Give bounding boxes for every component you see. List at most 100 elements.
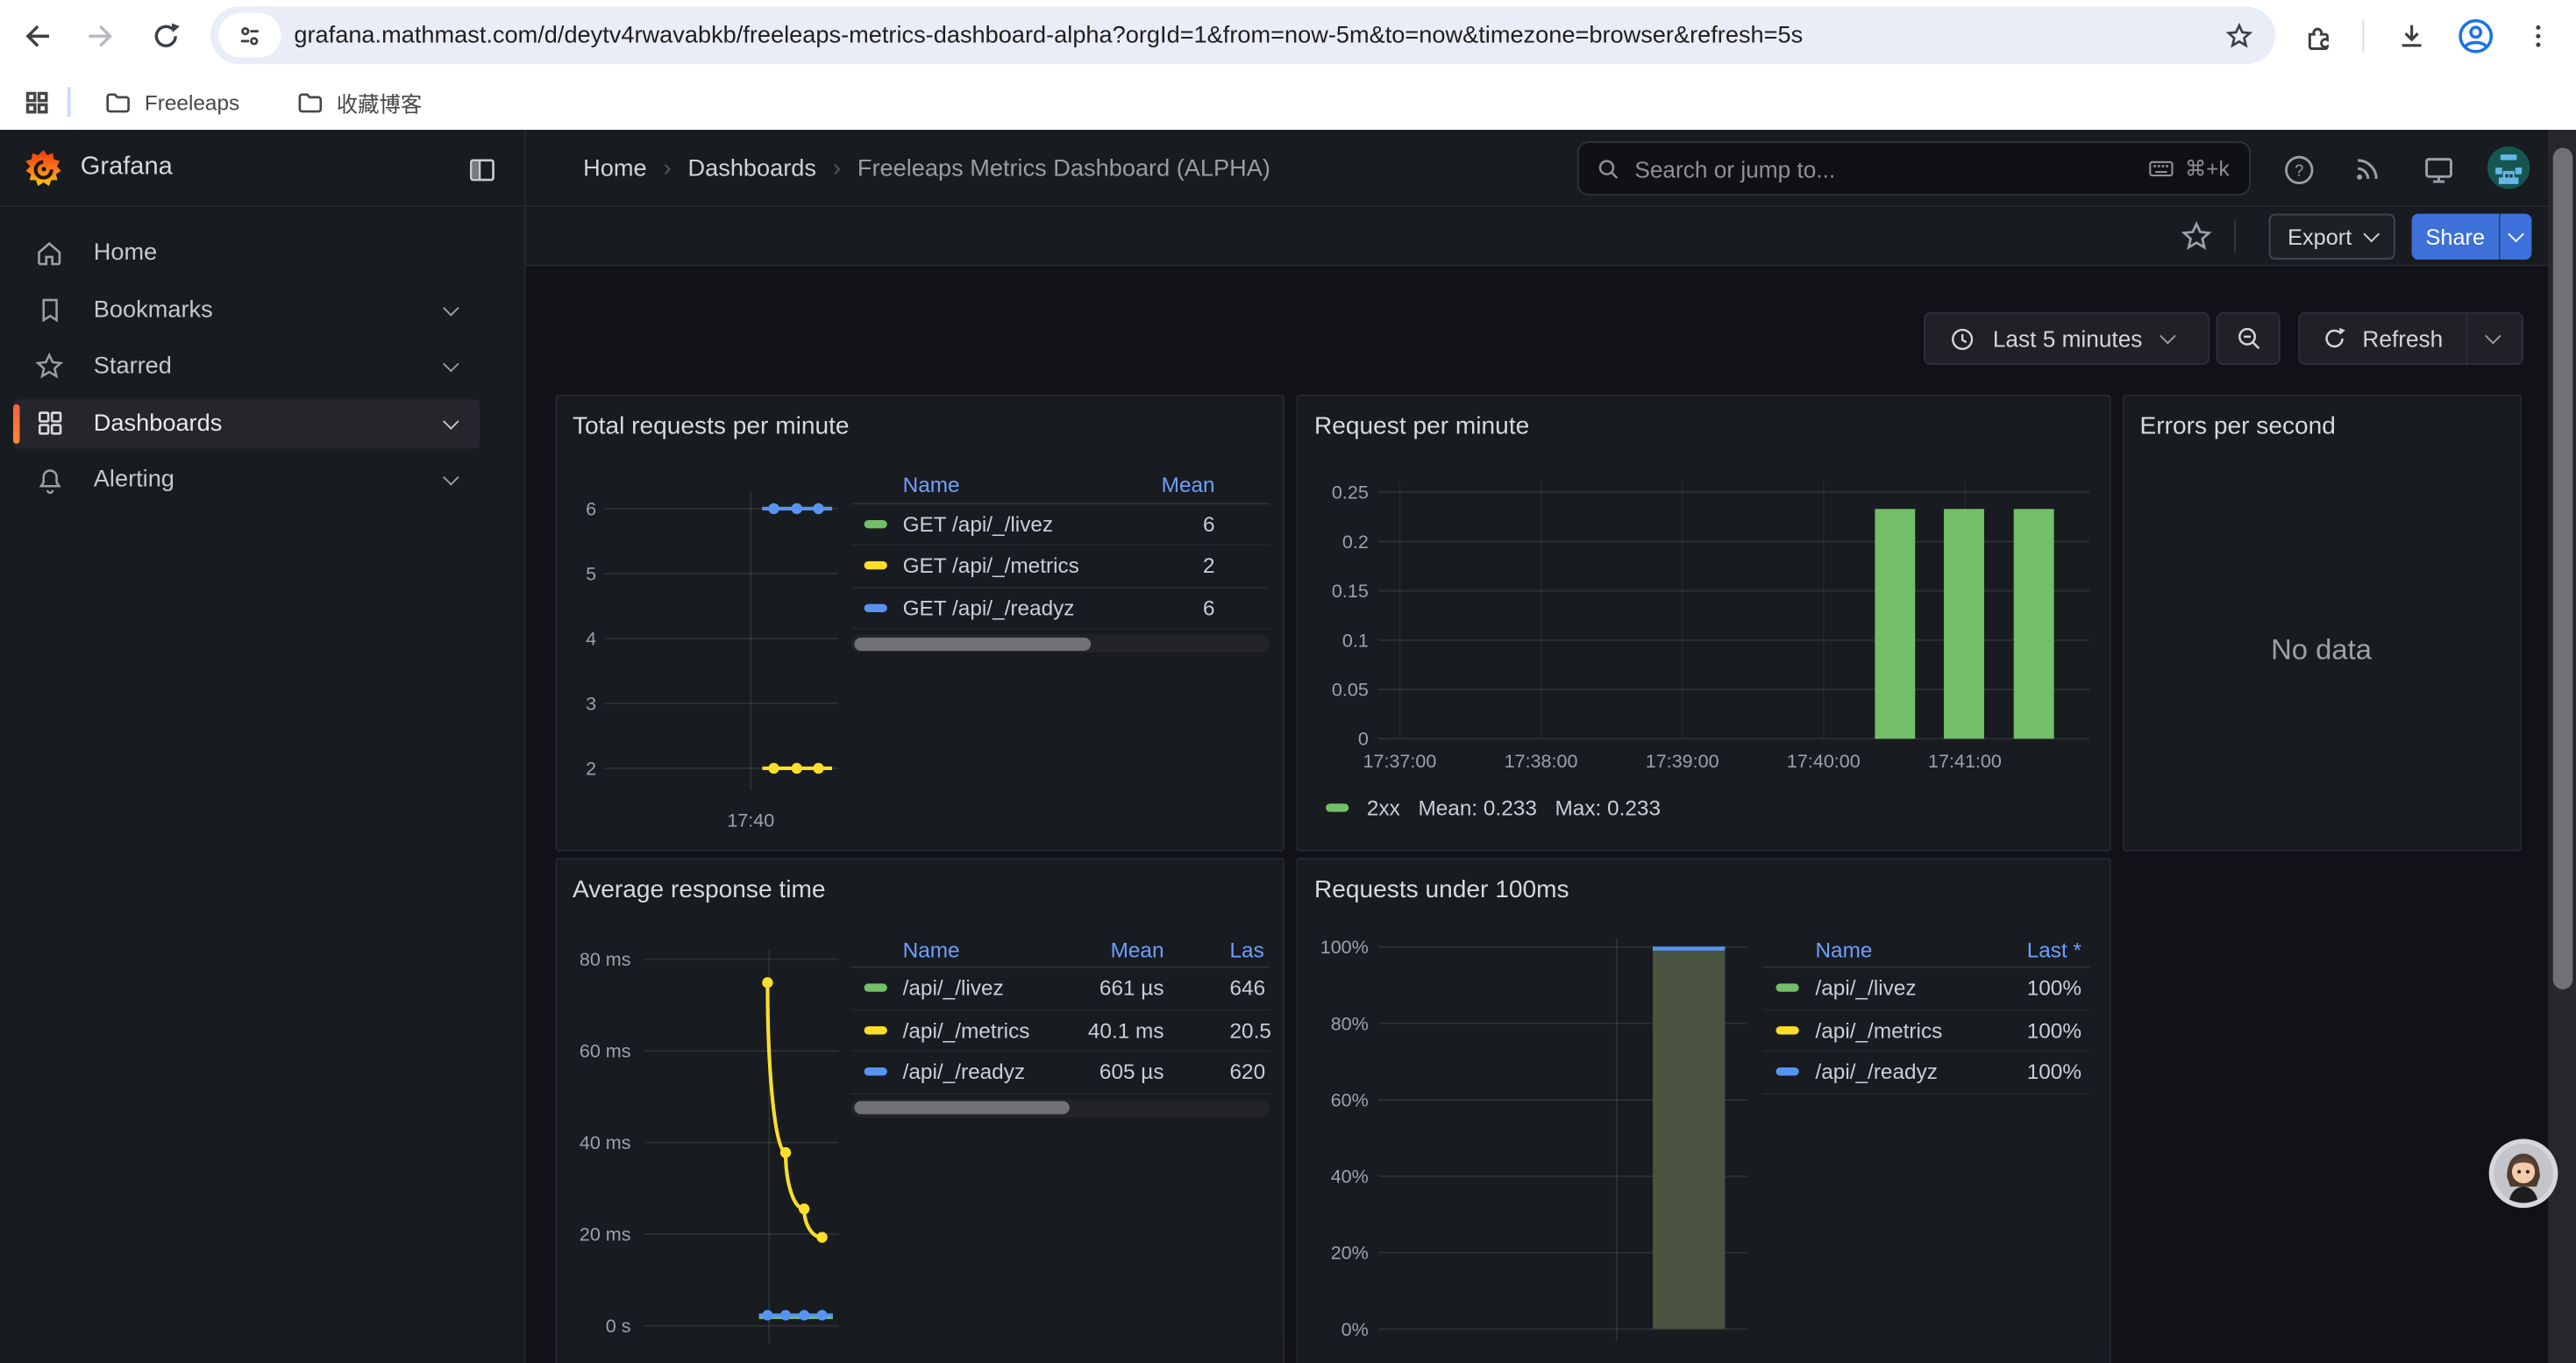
bookmark-folder-freeleaps[interactable]: Freeleaps [87,82,256,123]
sidebar: Home Bookmarks Starred Dashboards Alerti [0,207,526,1363]
search-input[interactable]: Search or jump to... ⌘+k [1577,141,2251,196]
legend-hscrollbar[interactable] [850,634,1270,653]
time-range-picker[interactable]: Last 5 minutes [1924,312,2210,365]
svg-text:17:37:00: 17:37:00 [1363,750,1437,771]
panel-title[interactable]: Average response time [573,876,826,904]
chevron-down-icon[interactable] [443,469,459,486]
series-name[interactable]: GET /api/_/readyz [903,596,1075,620]
chevron-down-icon[interactable] [443,299,459,316]
legend-row[interactable]: /api/_/metrics 40.1 ms 20.5 r [850,1010,1270,1052]
browser-profile-button[interactable] [2452,13,2498,59]
user-avatar[interactable] [2487,146,2530,189]
svg-text:20%: 20% [1331,1243,1369,1264]
chevron-down-icon [2160,327,2176,344]
series-name[interactable]: /api/_/metrics [903,1017,1030,1042]
scrollbar-thumb[interactable] [853,1101,1068,1114]
panel-title[interactable]: Errors per second [2140,411,2336,439]
zoom-out-time-button[interactable] [2217,312,2281,365]
export-button[interactable]: Export [2269,214,2395,260]
clock-icon [1948,325,1976,353]
legend-table: Name Last * /api/_/livez 100% /api/_/met… [1763,931,2090,1094]
address-bar[interactable]: grafana.mathmast.com/d/deytv4rwavabkb/fr… [210,6,2275,64]
scrollbar-thumb[interactable] [853,637,1090,650]
legend-row[interactable]: /api/_/livez 661 µs 646 [850,968,1270,1010]
panel-requests-under-100ms[interactable]: Requests under 100ms 100%80%60%40%20%0%1… [1296,858,2110,1363]
dashboard-toolbar: Export Share [526,207,2549,266]
browser-back-button[interactable] [15,13,60,59]
panel-title[interactable]: Requests under 100ms [1314,876,1569,904]
chevron-down-icon[interactable] [443,412,459,429]
collapse-sidebar-button[interactable] [462,150,502,189]
col-mean[interactable]: Mean [1162,473,1215,497]
side-panel-apps-button[interactable] [23,88,51,116]
col-name[interactable]: Name [903,473,960,497]
series-name[interactable]: /api/_/metrics [1815,1017,1942,1042]
series-swatch [864,1026,886,1034]
panel-total-requests-per-minute[interactable]: Total requests per minute 6543217:40 Nam… [554,394,1284,851]
star-icon [32,350,65,382]
help-button[interactable]: ? [2277,148,2320,191]
series-name[interactable]: /api/_/readyz [903,1060,1025,1084]
breadcrumb-dashboards[interactable]: Dashboards [688,155,817,182]
col-name[interactable]: Name [903,937,960,961]
floating-assistant-avatar[interactable] [2489,1138,2558,1208]
share-button[interactable]: Share [2412,214,2532,260]
series-name[interactable]: /api/_/livez [903,976,1004,1001]
bookmark-page-button[interactable] [2223,19,2255,52]
bookmark-folder-blogs[interactable]: 收藏博客 [279,80,438,125]
col-last[interactable]: Las [1229,937,1272,961]
legend-row[interactable]: GET /api/_/readyz 6 [850,588,1270,630]
refresh-button-group[interactable]: Refresh [2298,312,2523,365]
series-name[interactable]: GET /api/_/livez [903,511,1054,536]
breadcrumb-home[interactable]: Home [583,155,646,182]
browser-forward-button[interactable] [77,13,123,59]
col-last[interactable]: Last * [2027,937,2081,961]
panel-title[interactable]: Request per minute [1314,411,1529,439]
puzzle-icon [2302,20,2334,52]
legend-row[interactable]: /api/_/readyz 605 µs 620 [850,1052,1270,1094]
browser-chrome: grafana.mathmast.com/d/deytv4rwavabkb/fr… [0,0,2576,130]
sidebar-item-starred[interactable]: Starred [13,342,480,391]
legend-row[interactable]: /api/_/livez 100% [1763,968,2090,1010]
series-mean: Mean: 0.233 [1418,795,1536,819]
series-name[interactable]: 2xx [1367,795,1400,819]
sidebar-item-label: Alerting [94,467,445,493]
legend-hscrollbar[interactable] [850,1099,1270,1117]
browser-downloads-button[interactable] [2388,13,2434,59]
svg-text:17:40:00: 17:40:00 [1787,750,1861,771]
series-name[interactable]: /api/_/livez [1815,976,1916,1001]
url-text[interactable]: grafana.mathmast.com/d/deytv4rwavabkb/fr… [294,22,2223,48]
sidebar-item-home[interactable]: Home [13,228,480,277]
panel-request-per-minute[interactable]: Request per minute 0.250.20.150.10.05017… [1296,394,2110,851]
scrollbar-thumb[interactable] [2552,148,2572,989]
browser-reload-button[interactable] [143,13,189,59]
sidebar-item-bookmarks[interactable]: Bookmarks [13,285,480,334]
legend-row[interactable]: GET /api/_/livez 6 [850,503,1270,546]
col-mean[interactable]: Mean [1111,937,1164,961]
series-name[interactable]: /api/_/readyz [1815,1060,1937,1084]
site-settings-chip[interactable] [218,13,281,58]
news-button[interactable] [2346,148,2389,191]
panel-errors-per-second[interactable]: Errors per second No data [2122,394,2521,851]
panel-title[interactable]: Total requests per minute [573,411,850,439]
svg-text:3: 3 [585,693,595,714]
legend[interactable]: 2xx Mean: 0.233 Max: 0.233 [1326,795,1661,819]
legend-row[interactable]: /api/_/readyz 100% [1763,1052,2090,1094]
kiosk-mode-button[interactable] [2416,148,2459,191]
chevron-down-icon[interactable] [443,356,459,373]
col-name[interactable]: Name [1815,937,1872,961]
share-menu-button[interactable] [2499,214,2531,260]
svg-text:4: 4 [585,627,595,648]
browser-extensions-button[interactable] [2295,13,2341,59]
browser-menu-button[interactable] [2516,13,2561,59]
legend-row[interactable]: /api/_/metrics 100% [1763,1010,2090,1052]
sidebar-item-dashboards[interactable]: Dashboards [13,398,480,447]
refresh-interval-chevron-icon[interactable] [2485,327,2501,344]
screen: grafana.mathmast.com/d/deytv4rwavabkb/fr… [0,0,2576,1363]
panel-average-response-time[interactable]: Average response time 80 ms60 ms40 ms20 … [554,858,1284,1363]
star-dashboard-button[interactable] [2179,218,2215,254]
sidebar-item-alerting[interactable]: Alerting [13,455,480,504]
legend-row[interactable]: GET /api/_/metrics 2 [850,546,1270,588]
series-name[interactable]: GET /api/_/metrics [903,553,1079,578]
series-swatch [864,561,886,569]
